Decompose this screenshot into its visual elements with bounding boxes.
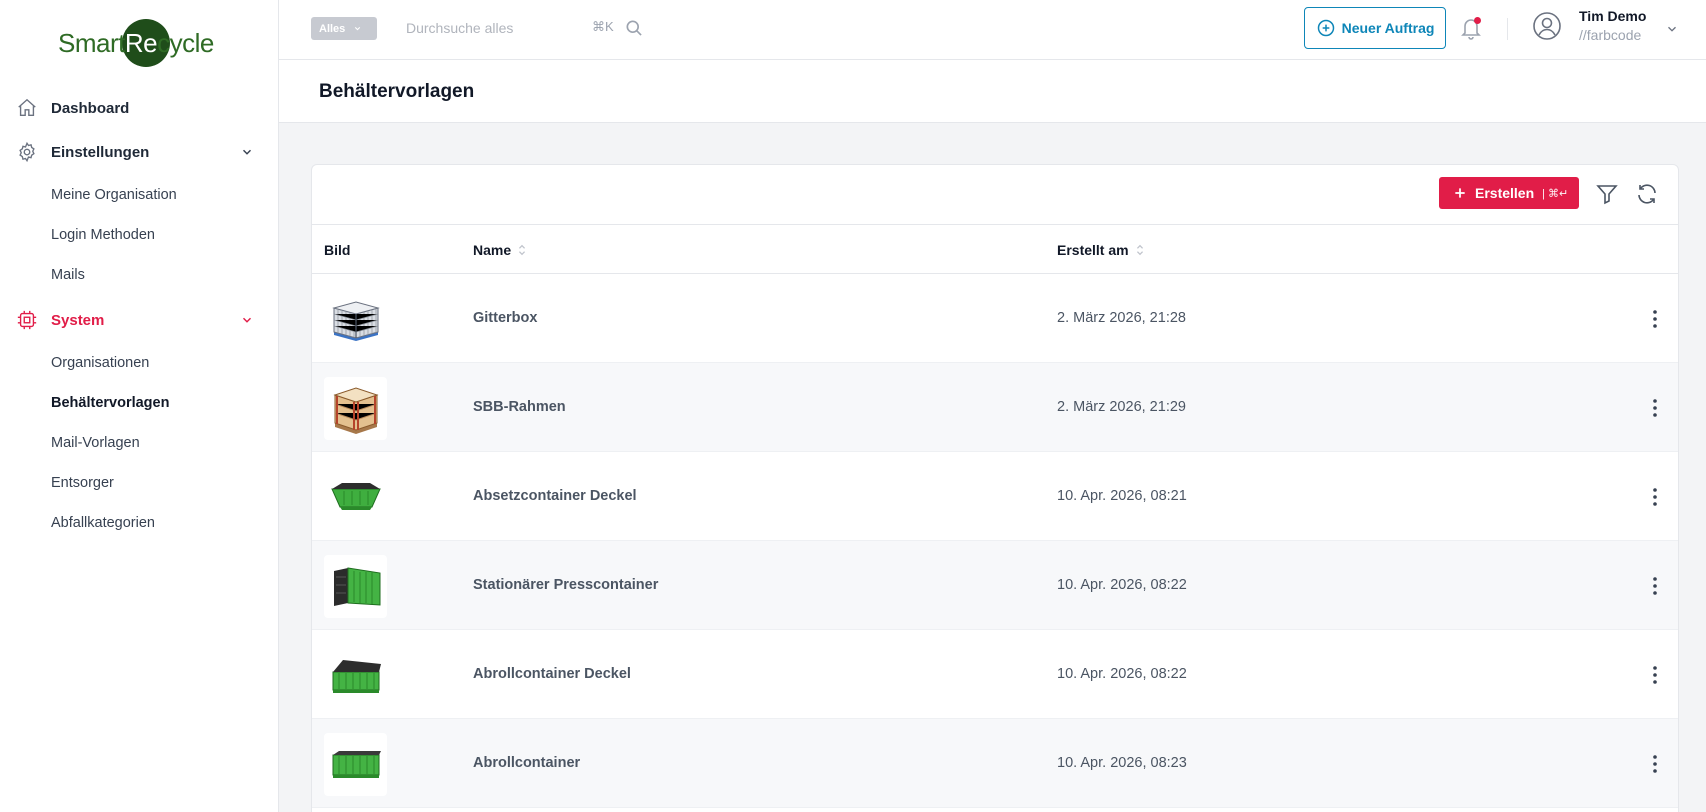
sidebar-item-dashboard[interactable]: Dashboard [16, 92, 262, 124]
table-row[interactable]: Abrollcontainer Deckel 10. Apr. 2026, 08… [312, 630, 1678, 719]
create-shortcut: | ⌘↵ [1542, 187, 1569, 200]
sidebar-item-abfallkategorien[interactable]: Abfallkategorien [51, 515, 155, 531]
search-icon[interactable] [624, 18, 644, 43]
row-created-date: 10. Apr. 2026, 08:22 [1057, 666, 1187, 682]
sidebar-item-mails[interactable]: Mails [51, 267, 85, 283]
notification-dot [1474, 17, 1481, 24]
row-name: Abrollcontainer Deckel [473, 666, 631, 682]
table-row[interactable]: Absetzcontainer Deckel 10. Apr. 2026, 08… [312, 452, 1678, 541]
templates-table-card: Erstellen | ⌘↵ Bild Name Erstellt am Git… [311, 164, 1679, 812]
notifications-bell-icon[interactable] [1459, 15, 1483, 41]
new-order-button[interactable]: Neuer Auftrag [1304, 7, 1446, 49]
row-name: SBB-Rahmen [473, 399, 566, 415]
table-row[interactable]: Gitterbox 2. März 2026, 21:28 [312, 274, 1678, 363]
sidebar-item-entsorger[interactable]: Entsorger [51, 475, 114, 491]
skip-container-lid-thumbnail [324, 466, 387, 529]
column-header-erstellt-am[interactable]: Erstellt am [1057, 242, 1145, 258]
new-order-label: Neuer Auftrag [1341, 20, 1435, 36]
row-created-date: 10. Apr. 2026, 08:21 [1057, 488, 1187, 504]
sidebar-item-mail-vorlagen[interactable]: Mail-Vorlagen [51, 435, 140, 451]
page-title: Behältervorlagen [319, 81, 475, 102]
gear-icon [16, 141, 38, 163]
sidebar-item-label: Dashboard [51, 99, 130, 117]
row-created-date: 2. März 2026, 21:29 [1057, 399, 1186, 415]
filter-icon[interactable] [1595, 182, 1619, 206]
sidebar-item-organisationen[interactable]: Organisationen [51, 355, 149, 371]
user-avatar-icon[interactable] [1532, 11, 1562, 41]
chevron-down-icon[interactable] [1665, 22, 1679, 41]
more-vertical-icon[interactable] [1645, 396, 1665, 420]
row-name: Stationärer Presscontainer [473, 577, 659, 593]
sidebar-item-label: Einstellungen [51, 143, 150, 161]
chevron-down-icon [240, 313, 254, 331]
smartrecycle-logo[interactable]: SmartRecycle [58, 18, 214, 68]
more-vertical-icon[interactable] [1645, 752, 1665, 776]
search-input[interactable] [406, 16, 596, 40]
top-bar: Alles ⌘K Neuer Auftrag Tim Demo //farbco… [279, 0, 1706, 60]
table-row[interactable]: Abrollcontainer 10. Apr. 2026, 08:23 [312, 719, 1678, 808]
wooden-pallet-frame-thumbnail [324, 377, 387, 440]
more-vertical-icon[interactable] [1645, 574, 1665, 598]
sidebar: SmartRecycle Dashboard Einstellungen Mei… [0, 0, 279, 812]
search-scope-label: Alles [319, 22, 346, 35]
logo-wordmark: SmartRecycle [58, 28, 214, 58]
row-created-date: 10. Apr. 2026, 08:23 [1057, 755, 1187, 771]
more-vertical-icon[interactable] [1645, 485, 1665, 509]
table-header: Bild Name Erstellt am [312, 225, 1678, 274]
press-container-thumbnail [324, 555, 387, 618]
row-name: Absetzcontainer Deckel [473, 488, 637, 504]
row-name: Gitterbox [473, 310, 538, 326]
wire-mesh-box-thumbnail [324, 288, 387, 351]
refresh-icon[interactable] [1635, 182, 1659, 206]
create-label: Erstellen [1475, 185, 1535, 201]
chevron-down-icon [355, 26, 361, 31]
user-organisation[interactable]: //farbcode [1579, 27, 1641, 43]
create-button[interactable]: Erstellen | ⌘↵ [1439, 177, 1579, 209]
row-name: Abrollcontainer [473, 755, 581, 771]
more-vertical-icon[interactable] [1645, 307, 1665, 331]
column-header-name[interactable]: Name [473, 242, 527, 258]
search-scope-select[interactable]: Alles [311, 17, 377, 40]
sidebar-item-behaeltervorlagen[interactable]: Behältervorlagen [51, 395, 169, 411]
sidebar-item-meine-organisation[interactable]: Meine Organisation [51, 187, 177, 203]
row-created-date: 10. Apr. 2026, 08:22 [1057, 577, 1187, 593]
table-toolbar: Erstellen | ⌘↵ [312, 165, 1678, 225]
row-created-date: 2. März 2026, 21:28 [1057, 310, 1186, 326]
roll-off-container-lid-thumbnail [324, 644, 387, 707]
sidebar-item-label: System [51, 311, 105, 329]
divider [1507, 18, 1508, 40]
plus-icon [1455, 188, 1465, 198]
roll-off-container-thumbnail [324, 733, 387, 796]
sort-icon [1136, 244, 1143, 256]
sidebar-item-login-methoden[interactable]: Login Methoden [51, 227, 155, 243]
more-vertical-icon[interactable] [1645, 663, 1665, 687]
column-header-bild: Bild [324, 242, 351, 258]
sidebar-item-einstellungen[interactable]: Einstellungen [16, 136, 262, 168]
plus-circle-icon [1317, 19, 1334, 37]
table-row[interactable]: Stationärer Presscontainer 10. Apr. 2026… [312, 541, 1678, 630]
table-row[interactable]: SBB-Rahmen 2. März 2026, 21:29 [312, 363, 1678, 452]
search-shortcut: ⌘K [592, 19, 614, 34]
sort-icon [519, 244, 526, 256]
user-name[interactable]: Tim Demo [1579, 8, 1646, 24]
sidebar-item-system[interactable]: System [16, 304, 262, 336]
chip-icon [16, 309, 38, 331]
page-header: Behältervorlagen [279, 60, 1706, 123]
home-icon [16, 97, 38, 119]
chevron-down-icon [240, 145, 254, 163]
